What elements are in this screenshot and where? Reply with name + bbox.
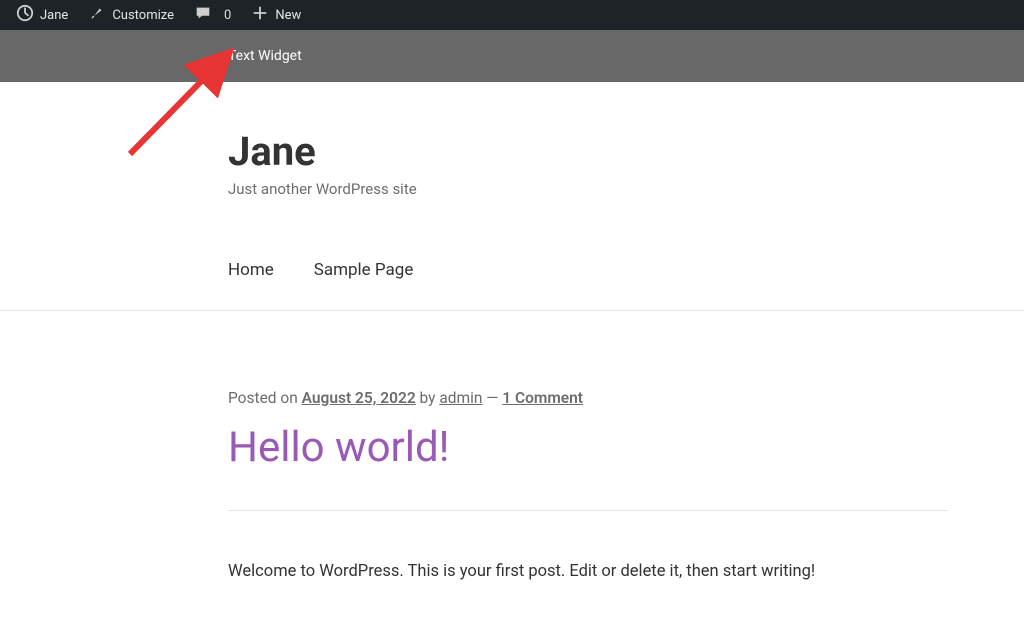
post-comments-link[interactable]: 1 Comment xyxy=(502,389,583,407)
admin-site-link[interactable]: Jane xyxy=(6,0,78,30)
widget-bar: Text Widget xyxy=(0,30,1024,82)
post-title[interactable]: Hello world! xyxy=(228,423,948,472)
admin-comments-link[interactable]: 0 xyxy=(184,0,241,30)
post-meta: Posted on August 25, 2022 by admin — 1 C… xyxy=(228,389,948,407)
meta-sep: — xyxy=(482,389,502,407)
post-content: Welcome to WordPress. This is your first… xyxy=(228,559,948,585)
post-author-link[interactable]: admin xyxy=(439,389,482,407)
admin-site-name: Jane xyxy=(40,8,68,23)
admin-new-link[interactable]: New xyxy=(241,0,311,30)
comment-icon xyxy=(194,4,218,26)
admin-new-label: New xyxy=(275,8,301,23)
primary-nav: Home Sample Page xyxy=(228,260,984,280)
post-separator xyxy=(228,510,948,511)
admin-customize-link[interactable]: Customize xyxy=(78,0,184,30)
post: Posted on August 25, 2022 by admin — 1 C… xyxy=(228,389,948,585)
admin-comments-count: 0 xyxy=(224,8,231,23)
admin-customize-label: Customize xyxy=(112,8,174,23)
header-divider xyxy=(0,310,1024,311)
dashboard-icon xyxy=(16,4,40,26)
site-content: Jane Just another WordPress site Home Sa… xyxy=(0,82,1024,585)
nav-item-sample-page[interactable]: Sample Page xyxy=(314,260,414,280)
plus-icon xyxy=(251,4,275,26)
nav-item-home[interactable]: Home xyxy=(228,260,274,280)
site-tagline: Just another WordPress site xyxy=(228,180,984,198)
brush-icon xyxy=(88,4,112,26)
widget-bar-label: Text Widget xyxy=(228,48,302,64)
by-prefix: by xyxy=(416,389,440,407)
posted-on-prefix: Posted on xyxy=(228,389,302,407)
admin-bar: Jane Customize 0 New xyxy=(0,0,1024,30)
site-header: Jane Just another WordPress site Home Sa… xyxy=(228,82,984,280)
site-title[interactable]: Jane xyxy=(228,130,984,174)
post-date-link[interactable]: August 25, 2022 xyxy=(302,389,416,407)
